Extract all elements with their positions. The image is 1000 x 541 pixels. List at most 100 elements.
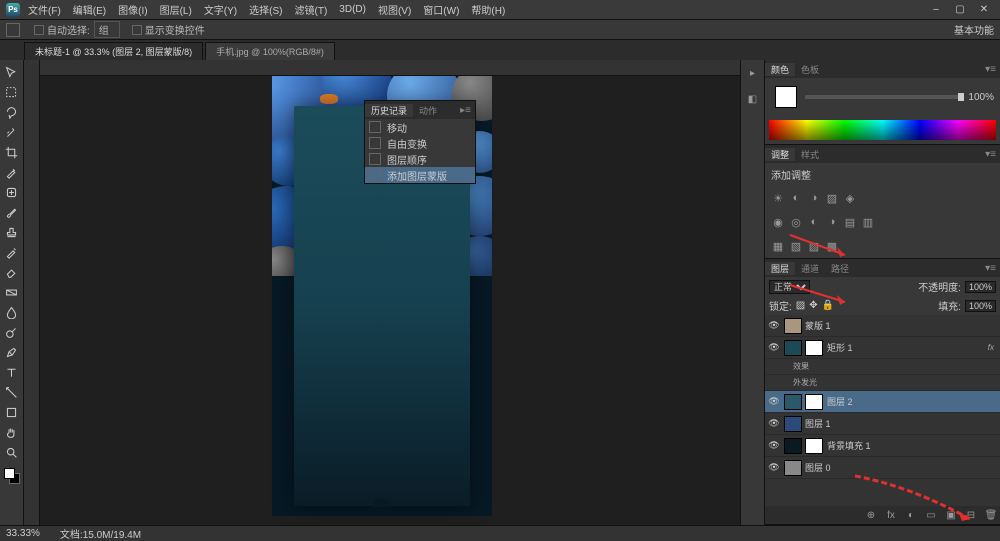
history-row[interactable]: 移动 xyxy=(365,119,475,135)
wand-tool[interactable] xyxy=(3,123,21,141)
pen-tool[interactable] xyxy=(3,343,21,361)
history-tab[interactable]: 历史记录 xyxy=(365,104,413,117)
menu-layer[interactable]: 图层(L) xyxy=(160,2,192,17)
layer-effect-row[interactable]: 外发光 xyxy=(765,375,1000,391)
layer-row[interactable]: 👁背景填充 1 xyxy=(765,435,1000,457)
fill-adjust-icon[interactable]: ▭ xyxy=(924,508,938,522)
adjustment-icon[interactable]: ▨ xyxy=(805,238,823,254)
new-layer-icon[interactable]: ⊟ xyxy=(964,508,978,522)
color-spectrum[interactable] xyxy=(769,120,996,140)
hand-tool[interactable] xyxy=(3,423,21,441)
opacity-slider[interactable] xyxy=(805,95,964,99)
foreground-color[interactable] xyxy=(775,86,797,108)
delete-icon[interactable]: 🗑 xyxy=(984,508,998,522)
lock-all-icon[interactable]: 🔒 xyxy=(822,300,834,311)
menu-type[interactable]: 文字(Y) xyxy=(204,2,237,17)
adjustment-icon[interactable]: ◐ xyxy=(805,214,823,230)
mask-icon[interactable]: ◐ xyxy=(904,508,918,522)
swatches-tab[interactable]: 色板 xyxy=(795,63,825,76)
adjustment-icon[interactable]: ◉ xyxy=(769,214,787,230)
menu-view[interactable]: 视图(V) xyxy=(378,2,411,17)
group-icon[interactable]: ▣ xyxy=(944,508,958,522)
maximize-button[interactable]: ▢ xyxy=(948,0,972,20)
minimize-button[interactable]: – xyxy=(924,0,948,20)
visibility-icon[interactable]: 👁 xyxy=(767,440,781,451)
crop-tool[interactable] xyxy=(3,143,21,161)
blend-mode-select[interactable]: 正常 xyxy=(769,280,810,294)
adjustment-icon[interactable]: ▨ xyxy=(823,190,841,206)
visibility-icon[interactable]: 👁 xyxy=(767,320,781,331)
heal-tool[interactable] xyxy=(3,183,21,201)
adjustment-icon[interactable]: ▤ xyxy=(841,214,859,230)
adjustment-icon[interactable]: ▦ xyxy=(769,238,787,254)
adjustment-icon[interactable]: ▧ xyxy=(787,238,805,254)
history-row[interactable]: 自由变换 xyxy=(365,135,475,151)
collapsed-icon[interactable]: ▸ xyxy=(744,64,762,82)
history-brush-tool[interactable] xyxy=(3,243,21,261)
history-panel[interactable]: 历史记录 动作 ▸≡ 移动 自由变换 图层顺序 添加图层蒙版 xyxy=(364,100,476,184)
doc-tab-2[interactable]: 手机.jpg @ 100%(RGB/8#) xyxy=(205,42,335,60)
shape-tool[interactable] xyxy=(3,403,21,421)
zoom-tool[interactable] xyxy=(3,443,21,461)
collapsed-icon[interactable]: ◧ xyxy=(744,90,762,108)
history-row[interactable]: 添加图层蒙版 xyxy=(365,167,475,183)
adjustment-icon[interactable]: ▩ xyxy=(823,238,841,254)
layer-row[interactable]: 👁图层 1 xyxy=(765,413,1000,435)
fill-value[interactable]: 100% xyxy=(965,300,996,312)
menu-window[interactable]: 窗口(W) xyxy=(423,2,459,17)
eraser-tool[interactable] xyxy=(3,263,21,281)
doc-tab-1[interactable]: 未标题-1 @ 33.3% (图层 2, 图层蒙版/8) xyxy=(24,42,203,60)
zoom-level[interactable]: 33.33% xyxy=(6,528,40,539)
adjustment-icon[interactable]: ◑ xyxy=(823,214,841,230)
brush-tool[interactable] xyxy=(3,203,21,221)
panel-menu-icon[interactable]: ▾≡ xyxy=(981,64,1000,75)
menu-3d[interactable]: 3D(D) xyxy=(339,4,366,15)
adjustment-icon[interactable]: ◈ xyxy=(841,190,859,206)
fx-badge[interactable]: fx xyxy=(988,343,994,352)
dodge-tool[interactable] xyxy=(3,323,21,341)
adjustment-icon[interactable]: ◐ xyxy=(787,190,805,206)
color-swatch[interactable] xyxy=(4,468,20,484)
menu-help[interactable]: 帮助(H) xyxy=(471,2,505,17)
blur-tool[interactable] xyxy=(3,303,21,321)
lock-position-icon[interactable]: ✥ xyxy=(809,300,817,311)
autoselect-dropdown[interactable]: 组 xyxy=(94,21,120,38)
visibility-icon[interactable]: 👁 xyxy=(767,342,781,353)
opacity-value[interactable]: 100% xyxy=(965,281,996,293)
showtransform-checkbox[interactable] xyxy=(132,25,142,35)
layer-row[interactable]: 👁图层 2 xyxy=(765,391,1000,413)
lock-pixels-icon[interactable]: ▨ xyxy=(796,300,805,311)
channels-tab[interactable]: 通道 xyxy=(795,262,825,275)
eyedropper-tool[interactable] xyxy=(3,163,21,181)
link-layers-icon[interactable]: ⊕ xyxy=(864,508,878,522)
fx-icon[interactable]: fx xyxy=(884,508,898,522)
menu-edit[interactable]: 编辑(E) xyxy=(73,2,106,17)
workspace-switcher[interactable]: 基本功能 xyxy=(954,22,994,37)
layer-row[interactable]: 👁矩形 1fx xyxy=(765,337,1000,359)
visibility-icon[interactable]: 👁 xyxy=(767,396,781,407)
adjustments-tab[interactable]: 调整 xyxy=(765,148,795,161)
layer-effect-row[interactable]: 效果 xyxy=(765,359,1000,375)
actions-tab[interactable]: 动作 xyxy=(413,104,443,117)
menu-image[interactable]: 图像(I) xyxy=(118,2,147,17)
adjustment-icon[interactable]: ◎ xyxy=(787,214,805,230)
layer-row[interactable]: 👁蒙版 1 xyxy=(765,315,1000,337)
close-button[interactable]: ✕ xyxy=(972,0,996,20)
adjustment-icon[interactable]: ▥ xyxy=(859,214,877,230)
menu-file[interactable]: 文件(F) xyxy=(28,2,61,17)
layer-row[interactable]: 👁图层 0 xyxy=(765,457,1000,479)
adjustment-icon[interactable]: ◑ xyxy=(805,190,823,206)
gradient-tool[interactable] xyxy=(3,283,21,301)
color-tab[interactable]: 颜色 xyxy=(765,63,795,76)
menu-select[interactable]: 选择(S) xyxy=(249,2,282,17)
visibility-icon[interactable]: 👁 xyxy=(767,418,781,429)
lasso-tool[interactable] xyxy=(3,103,21,121)
styles-tab[interactable]: 样式 xyxy=(795,148,825,161)
type-tool[interactable] xyxy=(3,363,21,381)
stamp-tool[interactable] xyxy=(3,223,21,241)
adjustment-icon[interactable]: ☀ xyxy=(769,190,787,206)
visibility-icon[interactable]: 👁 xyxy=(767,462,781,473)
panel-menu-icon[interactable]: ▾≡ xyxy=(981,149,1000,160)
canvas-area[interactable]: 历史记录 动作 ▸≡ 移动 自由变换 图层顺序 添加图层蒙版 xyxy=(24,60,740,525)
menu-filter[interactable]: 滤镜(T) xyxy=(295,2,328,17)
